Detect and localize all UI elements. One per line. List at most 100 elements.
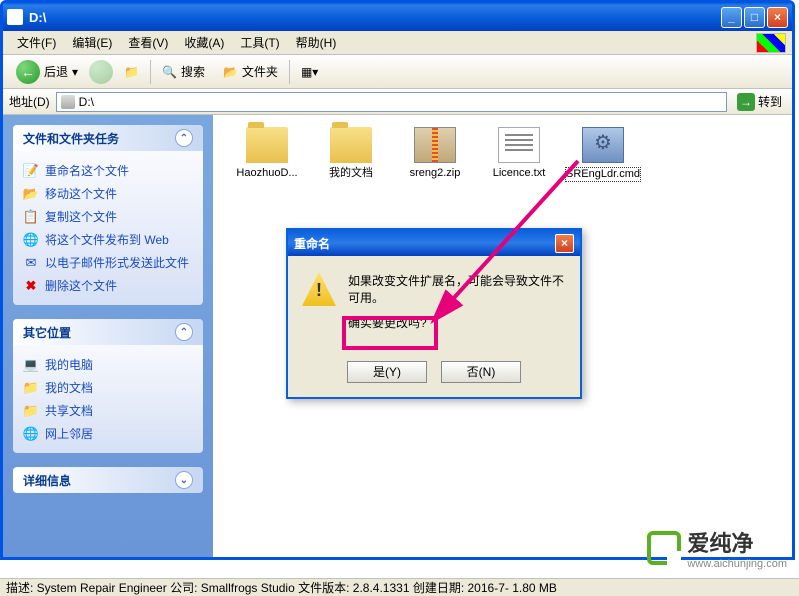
back-icon: ← (16, 60, 40, 84)
tasks-body: 📝 重命名这个文件 📂移动这个文件 📋 复制这个文件 🌐 将这个文件发布到 Web ✉以电子邮… (13, 151, 203, 305)
place-item[interactable]: 📁 共享文档 (23, 399, 193, 422)
explorer-window: D:\ _ □ × 文件(F) 编辑(E) 查看(V) 收藏(A) 工具(T) … (0, 0, 795, 560)
file-item[interactable]: HaozhuoD... (229, 127, 305, 182)
address-label: 地址(D) (9, 93, 50, 110)
address-bar: 地址(D) D:\ → 转到 (3, 89, 792, 115)
place-item[interactable]: 📁我的文档 (23, 376, 193, 399)
task-item[interactable]: 🌐 将这个文件发布到 Web (23, 228, 193, 251)
place-label: 我的电脑 (45, 356, 93, 373)
collapse-icon[interactable]: ⌃ (175, 129, 193, 147)
forward-button[interactable] (89, 60, 113, 84)
dialog-line2: 确实要更改吗? (348, 314, 566, 331)
task-icon: 🌐 (23, 232, 39, 248)
titlebar[interactable]: D:\ _ □ × (3, 3, 792, 31)
dialog-titlebar[interactable]: 重命名 × (288, 230, 580, 256)
menu-tools[interactable]: 工具(T) (232, 32, 287, 53)
menu-file[interactable]: 文件(F) (9, 32, 64, 53)
tasks-panel: 文件和文件夹任务 ⌃ 📝 重命名这个文件 📂移动这个文件 📋 复制这个文件 🌐 将这个文件发… (13, 125, 203, 305)
drive-icon (61, 95, 75, 109)
task-item[interactable]: 📝 重命名这个文件 (23, 159, 193, 182)
dialog-title: 重命名 (294, 235, 330, 252)
places-header[interactable]: 其它位置 ⌃ (13, 319, 203, 345)
dialog-text: 如果改变文件扩展名，可能会导致文件不可用。 确实要更改吗? (348, 272, 566, 339)
back-button[interactable]: ← 后退 ▾ (9, 56, 85, 88)
task-item[interactable]: 📂移动这个文件 (23, 182, 193, 205)
place-label: 共享文档 (45, 402, 93, 419)
file-item[interactable]: sreng2.zip (397, 127, 473, 182)
menu-favorites[interactable]: 收藏(A) (176, 32, 232, 53)
window-buttons: _ □ × (721, 7, 788, 28)
place-label: 网上邻居 (45, 425, 93, 442)
sidebar: 文件和文件夹任务 ⌃ 📝 重命名这个文件 📂移动这个文件 📋 复制这个文件 🌐 将这个文件发… (3, 115, 213, 557)
places-panel: 其它位置 ⌃ 💻我的电脑📁我的文档📁共享文档🌐网上邻居 (13, 319, 203, 453)
maximize-button[interactable]: □ (744, 7, 765, 28)
folder-icon (246, 127, 288, 163)
dropdown-icon: ▾ (72, 65, 78, 79)
xp-flag-icon (756, 33, 786, 53)
dialog-line1: 如果改变文件扩展名，可能会导致文件不可用。 (348, 272, 566, 306)
file-item[interactable]: SREngLdr.cmd (565, 127, 641, 182)
menubar: 文件(F) 编辑(E) 查看(V) 收藏(A) 工具(T) 帮助(H) (3, 31, 792, 55)
task-item[interactable]: ✉以电子邮件形式发送此文件 (23, 251, 193, 274)
watermark-url: www.aichunjing.com (687, 558, 787, 570)
search-icon: 🔍 (162, 65, 177, 79)
file-name: 我的文档 (313, 167, 389, 180)
place-icon: 💻 (23, 357, 39, 373)
go-label: 转到 (758, 93, 782, 110)
file-name: sreng2.zip (397, 167, 473, 180)
rename-dialog: 重命名 × 如果改变文件扩展名，可能会导致文件不可用。 确实要更改吗? 是(Y)… (286, 228, 582, 399)
go-icon: → (737, 93, 755, 111)
place-icon: 📁 (23, 403, 39, 419)
minimize-button[interactable]: _ (721, 7, 742, 28)
places-title: 其它位置 (23, 324, 71, 341)
file-item[interactable]: Licence.txt (481, 127, 557, 182)
task-icon: 📝 (23, 163, 39, 179)
menu-view[interactable]: 查看(V) (120, 32, 176, 53)
task-label: 复制这个文件 (45, 208, 117, 225)
task-item[interactable]: ✖删除这个文件 (23, 274, 193, 297)
address-input[interactable]: D:\ (56, 92, 727, 112)
place-item[interactable]: 💻 我的电脑 (23, 353, 193, 376)
views-button[interactable]: ▦▾ (294, 61, 325, 83)
folders-button[interactable]: 📂 文件夹 (216, 59, 285, 84)
folder-icon (330, 127, 372, 163)
dialog-close-button[interactable]: × (555, 234, 574, 253)
watermark-text: 爱纯净 www.aichunjing.com (687, 526, 787, 570)
go-button[interactable]: → 转到 (733, 91, 786, 113)
place-item[interactable]: 🌐网上邻居 (23, 422, 193, 445)
file-name: HaozhuoD... (229, 167, 305, 180)
details-header[interactable]: 详细信息 ⌄ (13, 467, 203, 493)
search-button[interactable]: 🔍 搜索 (155, 59, 212, 84)
tasks-title: 文件和文件夹任务 (23, 130, 119, 147)
toolbar: ← 后退 ▾ 📁 🔍 搜索 📂 文件夹 ▦▾ (3, 55, 792, 89)
task-icon: ✉ (23, 255, 39, 271)
menu-edit[interactable]: 编辑(E) (64, 32, 120, 53)
folders-icon: 📂 (223, 65, 238, 79)
no-button[interactable]: 否(N) (441, 361, 521, 383)
expand-icon[interactable]: ⌄ (175, 471, 193, 489)
collapse-icon[interactable]: ⌃ (175, 323, 193, 341)
close-button[interactable]: × (767, 7, 788, 28)
task-item[interactable]: 📋 复制这个文件 (23, 205, 193, 228)
back-label: 后退 (44, 63, 68, 80)
task-icon: 📋 (23, 209, 39, 225)
menu-help[interactable]: 帮助(H) (288, 32, 345, 53)
yes-button[interactable]: 是(Y) (347, 361, 427, 383)
txt-icon (498, 127, 540, 163)
tasks-header[interactable]: 文件和文件夹任务 ⌃ (13, 125, 203, 151)
watermark: 爱纯净 www.aichunjing.com (647, 526, 787, 570)
task-label: 重命名这个文件 (45, 162, 129, 179)
status-bar: 描述: System Repair Engineer 公司: Smallfrog… (0, 578, 799, 596)
up-button[interactable]: 📁 (117, 61, 146, 83)
file-name: SREngLdr.cmd (565, 167, 641, 182)
separator (150, 60, 151, 84)
cmd-icon (582, 127, 624, 163)
dialog-buttons: 是(Y) 否(N) (288, 355, 580, 397)
search-label: 搜索 (181, 63, 205, 80)
watermark-logo-icon (647, 531, 681, 565)
task-icon: ✖ (23, 278, 39, 294)
file-item[interactable]: 我的文档 (313, 127, 389, 182)
task-label: 将这个文件发布到 Web (45, 231, 169, 248)
place-icon: 📁 (23, 380, 39, 396)
zip-icon (414, 127, 456, 163)
